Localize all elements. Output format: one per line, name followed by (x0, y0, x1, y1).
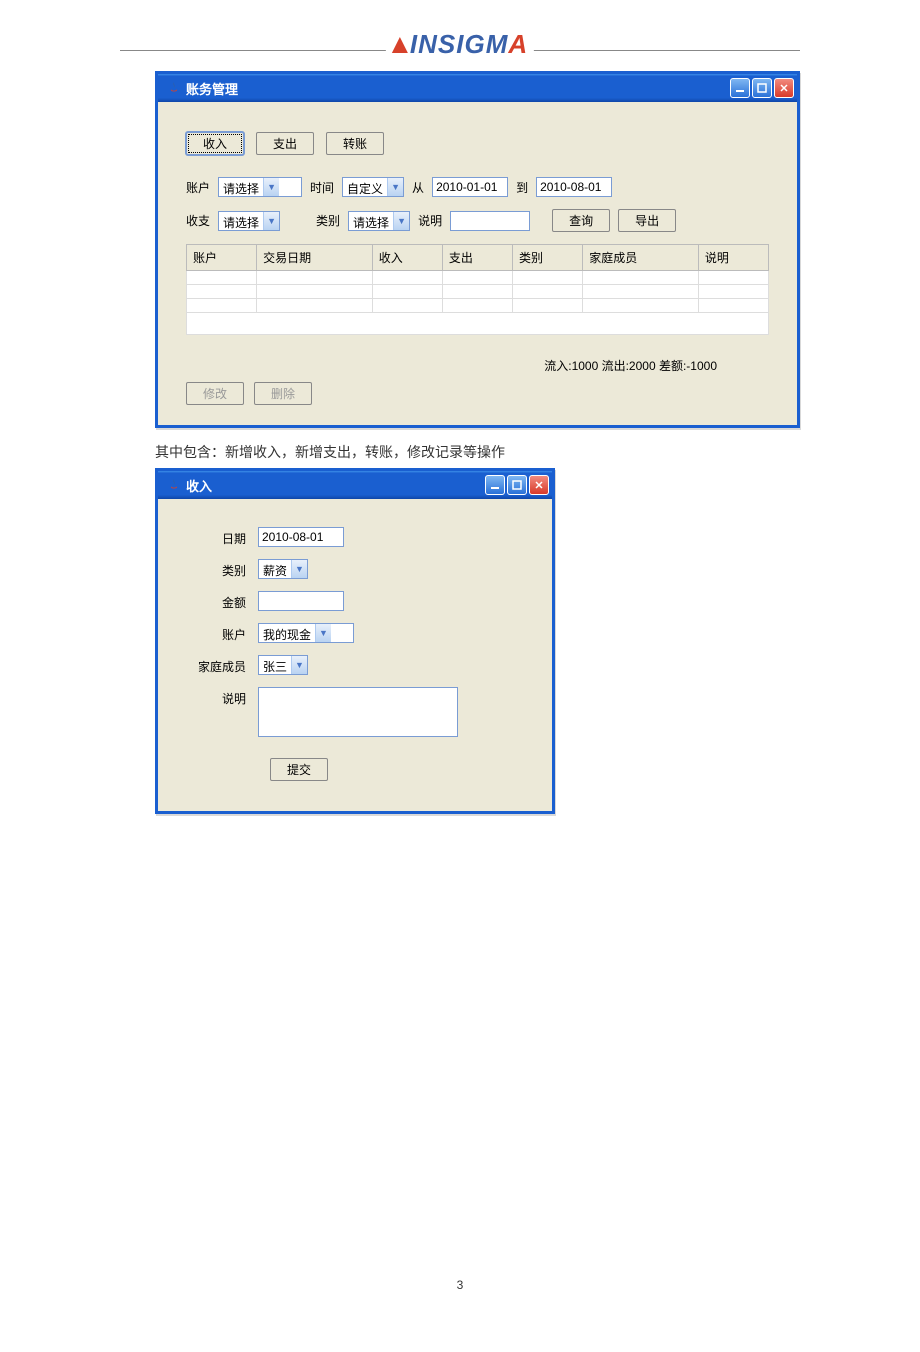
delete-button[interactable]: 删除 (254, 382, 312, 405)
results-table: 账户交易日期收入支出类别家庭成员说明 (186, 244, 769, 335)
page-number: 3 (0, 1278, 920, 1292)
account-select-2[interactable]: 我的现金▼ (258, 623, 354, 643)
window-title-2: 收入 (186, 476, 485, 495)
category-label: 类别 (316, 212, 340, 229)
submit-button[interactable]: 提交 (270, 758, 328, 781)
category-select[interactable]: 请选择▼ (348, 211, 410, 231)
amount-input[interactable] (258, 591, 344, 611)
table-header[interactable]: 账户 (187, 245, 257, 271)
maximize-button-2[interactable] (507, 475, 527, 495)
member-select[interactable]: 张三▼ (258, 655, 308, 675)
window-accounts: 账务管理 收入 支出 转账 账户 请选择▼ 时间 自定义▼ 从 到 (155, 71, 800, 428)
summary-text: 流入:1000 流出:2000 差额:-1000 (186, 357, 717, 374)
transfer-button[interactable]: 转账 (326, 132, 384, 155)
table-row[interactable] (187, 313, 769, 335)
table-row[interactable] (187, 285, 769, 299)
date-label: 日期 (178, 527, 258, 547)
java-icon (166, 80, 182, 96)
close-button[interactable] (774, 78, 794, 98)
expense-button[interactable]: 支出 (256, 132, 314, 155)
from-label: 从 (412, 179, 424, 196)
time-label: 时间 (310, 179, 334, 196)
account-label-2: 账户 (178, 623, 258, 643)
account-label: 账户 (186, 179, 210, 196)
minimize-button-2[interactable] (485, 475, 505, 495)
table-header[interactable]: 支出 (442, 245, 512, 271)
java-icon (166, 477, 182, 493)
from-input[interactable] (432, 177, 508, 197)
close-button-2[interactable] (529, 475, 549, 495)
to-label: 到 (516, 179, 528, 196)
logo: INSIGMA (386, 29, 534, 60)
table-header[interactable]: 收入 (372, 245, 442, 271)
query-button[interactable]: 查询 (552, 209, 610, 232)
category-select-2[interactable]: 薪资▼ (258, 559, 308, 579)
table-row[interactable] (187, 271, 769, 285)
note-label: 说明 (418, 212, 442, 229)
amount-label: 金额 (178, 591, 258, 611)
account-select[interactable]: 请选择▼ (218, 177, 302, 197)
member-label: 家庭成员 (178, 655, 258, 675)
titlebar-2[interactable]: 收入 (158, 471, 552, 499)
export-button[interactable]: 导出 (618, 209, 676, 232)
table-header[interactable]: 说明 (698, 245, 768, 271)
inout-select[interactable]: 请选择▼ (218, 211, 280, 231)
note-textarea[interactable] (258, 687, 458, 737)
caption-text: 其中包含：新增收入，新增支出，转账，修改记录等操作 (155, 442, 920, 462)
income-button[interactable]: 收入 (186, 132, 244, 155)
window-title: 账务管理 (186, 79, 730, 98)
table-header[interactable]: 家庭成员 (583, 245, 699, 271)
edit-button[interactable]: 修改 (186, 382, 244, 405)
table-header[interactable]: 交易日期 (257, 245, 373, 271)
table-header[interactable]: 类别 (513, 245, 583, 271)
category-label-2: 类别 (178, 559, 258, 579)
time-select[interactable]: 自定义▼ (342, 177, 404, 197)
minimize-button[interactable] (730, 78, 750, 98)
window-income: 收入 日期 类别 薪资▼ 金额 账户 我的现金▼ (155, 468, 555, 814)
to-input[interactable] (536, 177, 612, 197)
note-input[interactable] (450, 211, 530, 231)
maximize-button[interactable] (752, 78, 772, 98)
titlebar[interactable]: 账务管理 (158, 74, 797, 102)
inout-label: 收支 (186, 212, 210, 229)
note-label-2: 说明 (178, 687, 258, 707)
date-input[interactable] (258, 527, 344, 547)
table-row[interactable] (187, 299, 769, 313)
